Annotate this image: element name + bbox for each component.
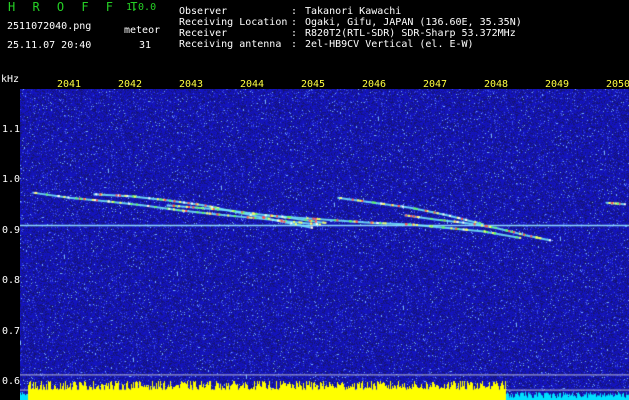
spectrogram-canvas xyxy=(20,89,629,400)
y-tick-label: 1.1 xyxy=(2,123,21,135)
observer-sep: : xyxy=(291,6,298,17)
app-brand: H R O F F T xyxy=(8,0,143,14)
antenna-value: 2el-HB9CV Vertical (el. E-W) xyxy=(305,39,474,50)
x-tick-label: 2048 xyxy=(484,79,509,90)
location-value: Ogaki, Gifu, JAPAN (136.60E, 35.35N) xyxy=(305,17,522,28)
receiver-sep: : xyxy=(291,28,298,39)
antenna-sep: : xyxy=(291,39,298,50)
x-tick-label: 2045 xyxy=(301,79,326,90)
app-version: 1.0.0 xyxy=(126,2,157,13)
capture-datetime: 25.11.07 20:40 xyxy=(7,40,92,51)
meteor-count-label: meteor xyxy=(124,25,161,36)
x-tick-label: 2047 xyxy=(423,79,448,90)
observer-value: Takanori Kawachi xyxy=(305,6,402,17)
x-tick-label: 2041 xyxy=(57,79,82,90)
receiver-label: Receiver xyxy=(179,28,228,39)
receiver-value: R820T2(RTL-SDR) SDR-Sharp 53.372MHz xyxy=(305,28,516,39)
spectrogram-plot xyxy=(20,89,629,400)
x-tick-label: 2043 xyxy=(179,79,204,90)
y-tick-label: 0.9 xyxy=(2,224,21,236)
hrofft-screen: H R O F F T 1.0.0 2511072040.png 25.11.0… xyxy=(0,0,629,400)
antenna-label: Receiving antenna xyxy=(179,39,282,50)
x-tick-label: 2044 xyxy=(240,79,265,90)
x-tick-label: 2046 xyxy=(362,79,387,90)
x-tick-label: 2050 xyxy=(606,79,629,90)
x-tick-label: 2049 xyxy=(545,79,570,90)
meteor-count-value: 31 xyxy=(139,40,152,51)
y-tick-label: 0.7 xyxy=(2,325,21,337)
location-sep: : xyxy=(291,17,298,28)
capture-filename: 2511072040.png xyxy=(7,21,92,32)
y-tick-label: 0.8 xyxy=(2,275,21,286)
location-label: Receiving Location xyxy=(179,17,288,28)
y-axis-unit: kHz xyxy=(1,74,20,85)
y-tick-label: 0.6 xyxy=(2,376,21,387)
observer-label: Observer xyxy=(179,6,228,17)
y-tick-label: 1.0 xyxy=(2,174,21,185)
x-tick-label: 2042 xyxy=(118,79,143,90)
